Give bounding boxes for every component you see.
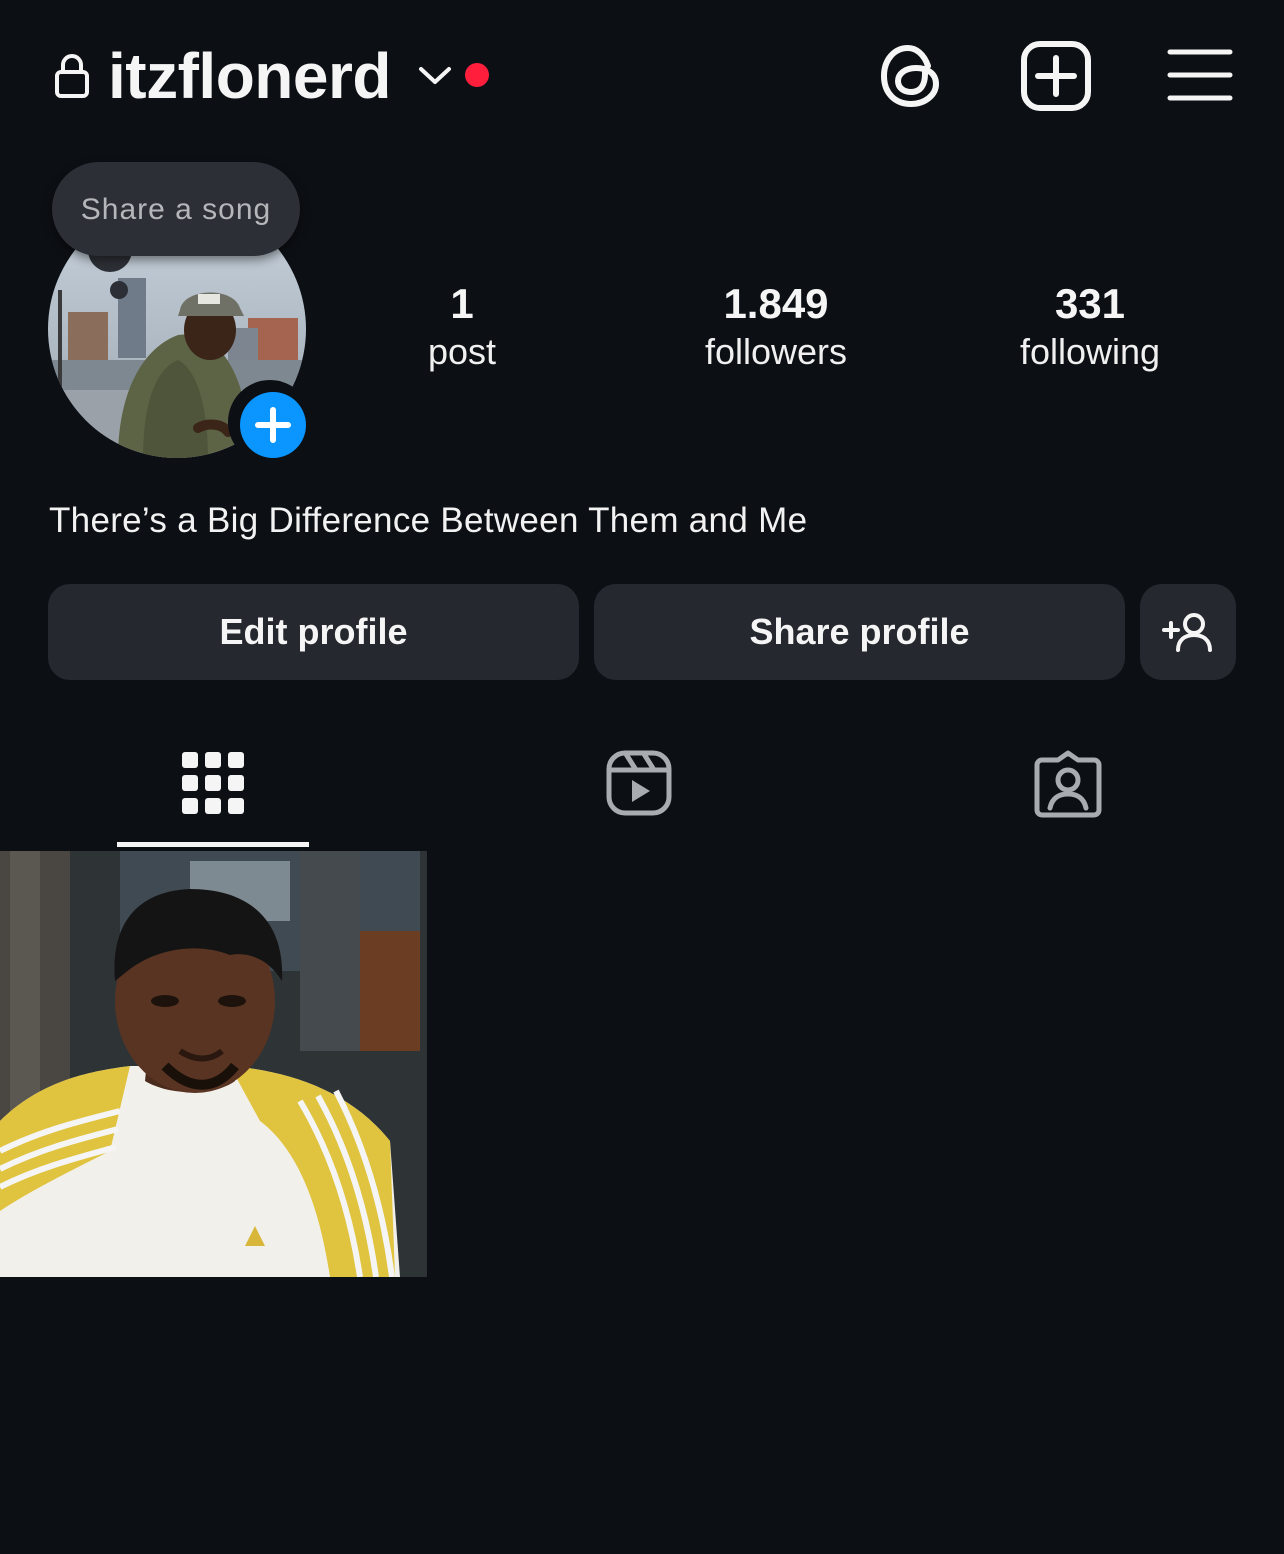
plus-icon xyxy=(255,407,291,443)
followers-label: followers xyxy=(704,331,848,372)
add-story-circle xyxy=(240,392,306,458)
account-switcher[interactable]: itzflonerd xyxy=(108,36,391,116)
following-number: 331 xyxy=(1054,280,1126,327)
share-song-note[interactable]: Share a song xyxy=(52,162,300,256)
following-count[interactable]: 331 following xyxy=(960,280,1220,376)
lock-icon xyxy=(55,54,89,98)
note-bubble-dot xyxy=(110,281,128,299)
post-thumbnail[interactable] xyxy=(0,851,427,1277)
chevron-down-icon[interactable] xyxy=(418,62,452,88)
posts-number: 1 xyxy=(450,280,474,327)
edit-profile-button[interactable]: Edit profile xyxy=(48,584,579,680)
tab-posts-grid[interactable] xyxy=(0,740,428,848)
active-tab-indicator xyxy=(117,842,309,847)
menu-icon[interactable] xyxy=(1166,46,1234,104)
share-profile-button[interactable]: Share profile xyxy=(594,584,1125,680)
notification-dot xyxy=(465,63,489,87)
reels-icon xyxy=(606,750,672,816)
threads-icon[interactable] xyxy=(878,40,946,112)
grid-icon xyxy=(182,752,244,814)
post-photo xyxy=(0,851,427,1277)
tab-reels[interactable] xyxy=(428,740,856,848)
profile-header: itzflonerd xyxy=(0,0,1284,150)
followers-number: 1.849 xyxy=(723,280,829,327)
note-placeholder: Share a song xyxy=(80,193,272,226)
discover-people-button[interactable] xyxy=(1140,584,1236,680)
following-label: following xyxy=(1019,331,1161,372)
profile-bio: There’s a Big Difference Between Them an… xyxy=(49,501,808,540)
profile-page: itzflonerd Share a song 1 post 1.849 fol… xyxy=(0,0,1284,1554)
add-story-button[interactable] xyxy=(228,380,312,464)
tab-tagged[interactable] xyxy=(856,740,1284,848)
posts-label: post xyxy=(427,331,497,372)
create-plus-icon[interactable] xyxy=(1020,40,1092,112)
person-add-icon xyxy=(1162,613,1212,652)
tagged-icon xyxy=(1034,750,1102,818)
followers-count[interactable]: 1.849 followers xyxy=(646,280,906,376)
posts-count[interactable]: 1 post xyxy=(332,280,592,376)
